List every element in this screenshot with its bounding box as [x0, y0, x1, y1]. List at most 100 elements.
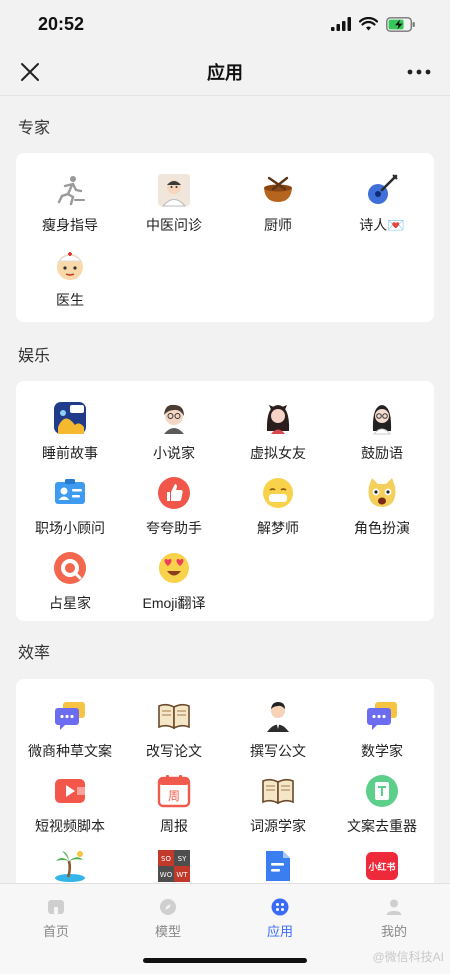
seo-tile-label: SY	[178, 855, 187, 863]
home-indicator[interactable]	[143, 958, 307, 963]
seo-tile-label: WT	[176, 871, 188, 879]
tab-models[interactable]: 模型	[112, 898, 224, 940]
app-item[interactable]: SO SY WO WT	[122, 835, 226, 883]
man-portrait-icon	[261, 699, 295, 733]
section-title-efficiency: 效率	[18, 645, 51, 662]
status-time: 20:52	[38, 13, 85, 34]
app-item[interactable]: 占星家	[18, 537, 122, 611]
open-book-icon	[157, 699, 191, 733]
guitar-icon	[365, 173, 399, 207]
app-item[interactable]: 虚拟女友	[226, 387, 330, 461]
app-item[interactable]: Emoji翻译	[122, 537, 226, 611]
app-label: 鼓励语	[361, 445, 403, 461]
heart-eyes-emoji-icon	[157, 551, 191, 585]
app-label: 虚拟女友	[250, 445, 306, 461]
astrology-icon	[53, 551, 87, 585]
home-icon	[48, 900, 64, 914]
app-item[interactable]: 周周报	[122, 760, 226, 834]
tab-apps[interactable]: 应用	[224, 898, 336, 940]
user-icon	[386, 899, 402, 915]
compass-icon	[160, 899, 176, 915]
app-item[interactable]: 睡前故事	[18, 387, 122, 461]
xiaohongshu-icon: 小红书	[365, 849, 399, 883]
app-label: 小说家	[153, 445, 195, 461]
chat-bubble-icon	[53, 699, 87, 733]
app-label: 瘦身指导	[42, 217, 98, 233]
status-bar: 20:52	[0, 0, 450, 48]
battery-charging-icon	[386, 16, 415, 32]
tab-label: 模型	[154, 924, 181, 939]
calendar-week-icon: 周	[157, 774, 191, 808]
app-item[interactable]: 文案去重器	[330, 760, 434, 834]
app-item[interactable]: 中医问诊	[122, 159, 226, 233]
app-item[interactable]: 鼓励语	[330, 387, 434, 461]
app-item[interactable]: 医生	[18, 234, 122, 308]
xhs-label: 小红书	[367, 861, 395, 873]
app-item[interactable]: 瘦身指导	[18, 159, 122, 233]
novelist-portrait-icon	[157, 401, 191, 435]
app-label: 改写论文	[146, 743, 202, 759]
app-item[interactable]: 改写论文	[122, 685, 226, 759]
app-item[interactable]	[18, 835, 122, 883]
tab-label: 首页	[42, 924, 69, 939]
app-item[interactable]	[226, 835, 330, 883]
apps-icon	[271, 898, 289, 916]
doctor-portrait-icon	[157, 173, 191, 207]
seo-tile-label: WO	[160, 871, 173, 879]
app-label: 职场小顾问	[35, 520, 105, 536]
tab-label: 应用	[266, 924, 293, 939]
watermark: @微信科技AI	[372, 950, 444, 964]
close-icon[interactable]	[18, 60, 42, 84]
cooking-pot-icon	[261, 173, 295, 207]
app-item[interactable]: 微商种草文案	[18, 685, 122, 759]
more-icon[interactable]	[406, 60, 432, 84]
app-label: 占星家	[49, 595, 91, 611]
app-item[interactable]: 小说家	[122, 387, 226, 461]
app-label: 数学家	[361, 743, 403, 759]
girlfriend-portrait-icon	[261, 401, 295, 435]
app-item[interactable]: 撰写公文	[226, 685, 330, 759]
open-book-icon	[261, 774, 295, 808]
app-item[interactable]: 职场小顾问	[18, 462, 122, 536]
girl-portrait-icon	[365, 401, 399, 435]
app-item[interactable]: 解梦师	[226, 462, 330, 536]
app-item[interactable]: 夸夸助手	[122, 462, 226, 536]
tab-home[interactable]: 首页	[0, 898, 112, 940]
seo-grid-icon: SO SY WO WT	[157, 849, 191, 883]
nurse-face-icon	[53, 248, 87, 282]
id-card-icon	[53, 476, 87, 510]
section-card-entertainment: 睡前故事 小说家 虚拟女友 鼓励语职场小顾问 夸夸助手 解梦师 角色扮演占星家 Emoji翻译	[16, 381, 434, 621]
app-label: 角色扮演	[354, 520, 410, 536]
section-card-experts: 瘦身指导 中医问诊 厨师 诗人💌 医生	[16, 153, 434, 322]
sleepy-emoji-icon	[261, 476, 295, 510]
app-item[interactable]: 厨师	[226, 159, 330, 233]
tab-mine[interactable]: 我的	[338, 898, 450, 940]
page-title: 应用	[207, 62, 243, 83]
wifi-icon	[359, 17, 378, 31]
storybook-icon	[53, 401, 87, 435]
signal-icon	[331, 17, 351, 31]
nav-bar: 应用	[0, 48, 450, 96]
cat-face-icon	[365, 476, 399, 510]
app-item[interactable]: 短视频脚本	[18, 760, 122, 834]
app-label: 厨师	[264, 217, 292, 233]
app-label: 文案去重器	[347, 818, 417, 834]
app-label: 解梦师	[257, 520, 299, 536]
app-label: 撰写公文	[250, 743, 306, 759]
document-blue-icon	[261, 849, 295, 883]
app-label: 词源学家	[250, 818, 306, 834]
app-list[interactable]: 专家 瘦身指导 中医问诊 厨师 诗人💌 医生 娱乐 睡前故事 小说家 虚拟女友 鼓励语 职场小顾…	[0, 97, 450, 883]
app-label: 中医问诊	[146, 217, 202, 233]
app-item[interactable]: 诗人💌	[330, 159, 434, 233]
app-item[interactable]: 小红书	[330, 835, 434, 883]
app-label: 医生	[56, 292, 84, 308]
app-label: 睡前故事	[42, 445, 98, 461]
palm-tree-icon	[53, 849, 87, 883]
section-title-experts: 专家	[18, 120, 51, 137]
section-card-efficiency: 微商种草文案 改写论文 撰写公文 数学家 短视频脚本周周报 词源学家 文案去重器 SO SY WO…	[16, 679, 434, 883]
app-item[interactable]: 角色扮演	[330, 462, 434, 536]
thumbs-up-icon	[157, 476, 191, 510]
video-play-icon	[53, 774, 87, 808]
app-item[interactable]: 数学家	[330, 685, 434, 759]
app-item[interactable]: 词源学家	[226, 760, 330, 834]
